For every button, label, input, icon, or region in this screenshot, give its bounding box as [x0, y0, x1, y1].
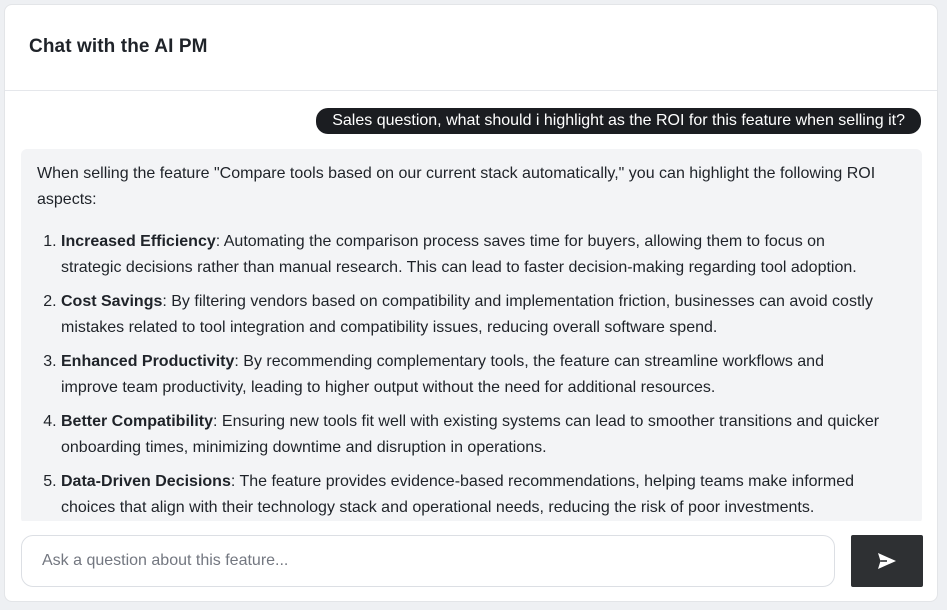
send-button[interactable]: [851, 535, 923, 587]
page-title: Chat with the AI PM: [29, 36, 208, 57]
point-title: Data-Driven Decisions: [61, 473, 231, 490]
composer: [21, 535, 923, 587]
point-title: Better Compatibility: [61, 413, 214, 430]
list-item: Increased Efficiency: Automating the com…: [61, 229, 882, 281]
assistant-message: When selling the feature "Compare tools …: [21, 149, 922, 521]
message-list[interactable]: Sales question, what should i highlight …: [5, 91, 937, 521]
point-title: Increased Efficiency: [61, 233, 216, 250]
chat-panel: Chat with the AI PM Sales question, what…: [4, 4, 938, 602]
list-item: Data-Driven Decisions: The feature provi…: [61, 469, 882, 521]
user-message: Sales question, what should i highlight …: [316, 108, 921, 134]
roi-list: Increased Efficiency: Automating the com…: [37, 229, 882, 521]
user-message-row: Sales question, what should i highlight …: [5, 91, 937, 134]
assistant-intro: When selling the feature "Compare tools …: [37, 165, 876, 208]
point-text: : By filtering vendors based on compatib…: [61, 293, 873, 336]
send-arrow-icon: [877, 552, 897, 570]
list-item: Enhanced Productivity: By recommending c…: [61, 349, 882, 401]
list-item: Better Compatibility: Ensuring new tools…: [61, 409, 882, 461]
point-title: Cost Savings: [61, 293, 163, 310]
point-title: Enhanced Productivity: [61, 353, 235, 370]
chat-header: Chat with the AI PM: [5, 5, 937, 91]
list-item: Cost Savings: By filtering vendors based…: [61, 289, 882, 341]
question-input[interactable]: [21, 535, 835, 587]
